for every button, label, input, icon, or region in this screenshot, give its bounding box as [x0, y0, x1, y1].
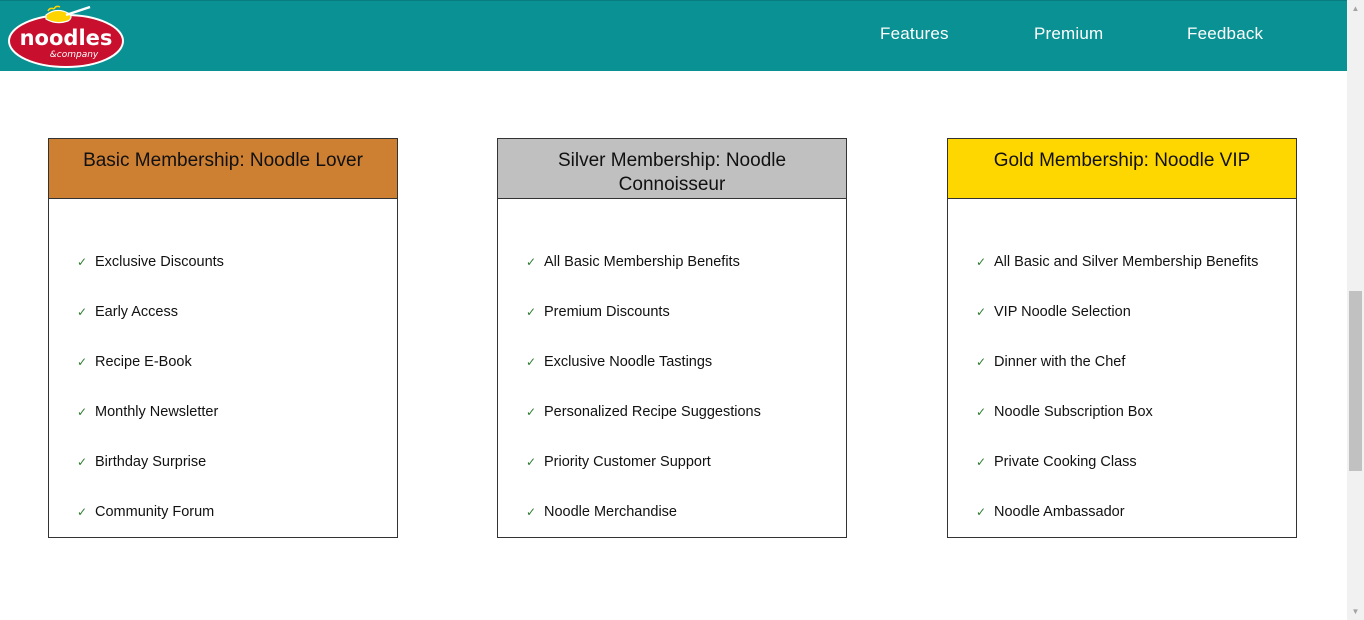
list-item: ✓ Birthday Surprise [77, 453, 224, 503]
feature-label: All Basic Membership Benefits [544, 254, 740, 270]
logo-sub: &company [50, 50, 99, 60]
list-item: ✓ All Basic and Silver Membership Benefit… [976, 253, 1258, 303]
list-item: ✓ Monthly Newsletter [77, 403, 224, 453]
checkmark-icon: ✓ [976, 455, 987, 469]
list-item: ✓ Premium Discounts [526, 303, 761, 353]
list-item: ✓ Dinner with the Chef [976, 353, 1258, 403]
feature-list: ✓ Exclusive Discounts ✓ Early Access ✓ Reci… [77, 253, 224, 553]
checkmark-icon: ✓ [976, 255, 987, 269]
nav-link-premium[interactable]: Premium [1034, 24, 1103, 44]
card-title: Gold Membership: Noodle VIP [948, 139, 1296, 199]
list-item: ✓ Private Cooking Class [976, 453, 1258, 503]
top-navbar: noodles &company Features Premium Feedba… [0, 0, 1347, 71]
feature-label: Priority Customer Support [544, 454, 711, 470]
feature-label: Noodle Ambassador [994, 504, 1125, 520]
checkmark-icon: ✓ [77, 405, 88, 419]
checkmark-icon: ✓ [526, 455, 537, 469]
feature-label: Dinner with the Chef [994, 354, 1126, 370]
list-item: ✓ Exclusive Noodle Tastings [526, 353, 761, 403]
page: noodles &company Features Premium Feedba… [0, 0, 1364, 620]
feature-label: Noodle Merchandise [544, 504, 677, 520]
membership-card-basic: Basic Membership: Noodle Lover ✓ Exclusiv… [48, 138, 398, 538]
scroll-down-arrow-icon[interactable]: ▼ [1347, 603, 1364, 620]
scrollbar-thumb[interactable] [1349, 291, 1362, 471]
scroll-up-arrow-icon[interactable]: ▲ [1347, 0, 1364, 17]
checkmark-icon: ✓ [526, 255, 537, 269]
feature-label: Birthday Surprise [95, 454, 207, 470]
feature-label: Exclusive Discounts [95, 254, 224, 270]
checkmark-icon: ✓ [976, 305, 987, 319]
feature-label: Exclusive Noodle Tastings [544, 354, 713, 370]
nav-link-feedback[interactable]: Feedback [1187, 24, 1263, 44]
feature-label: Monthly Newsletter [95, 404, 219, 420]
feature-label: Premium Discounts [544, 304, 670, 320]
feature-label: VIP Noodle Selection [994, 304, 1131, 320]
list-item: ✓ Recipe E-Book [77, 353, 224, 403]
checkmark-icon: ✓ [77, 305, 88, 319]
list-item: ✓ Priority Customer Support [526, 453, 761, 503]
checkmark-icon: ✓ [77, 505, 88, 519]
feature-label: Noodle Subscription Box [994, 404, 1153, 420]
card-title: Silver Membership: Noodle Connoisseur [498, 139, 846, 199]
list-item: ✓ Noodle Subscription Box [976, 403, 1258, 453]
feature-label: Early Access [95, 304, 178, 320]
list-item: ✓ Personalized Recipe Suggestions [526, 403, 761, 453]
checkmark-icon: ✓ [976, 355, 987, 369]
logo-word: noodles [20, 26, 113, 50]
feature-list: ✓ All Basic Membership Benefits ✓ Premium … [526, 253, 761, 553]
checkmark-icon: ✓ [526, 505, 537, 519]
nav-link-features[interactable]: Features [880, 24, 949, 44]
checkmark-icon: ✓ [526, 355, 537, 369]
membership-card-silver: Silver Membership: Noodle Connoisseur ✓ A… [497, 138, 847, 538]
list-item: ✓ Noodle Ambassador [976, 503, 1258, 553]
checkmark-icon: ✓ [77, 255, 88, 269]
list-item: ✓ Exclusive Discounts [77, 253, 224, 303]
list-item: ✓ Early Access [77, 303, 224, 353]
vertical-scrollbar[interactable]: ▲ ▼ [1347, 0, 1364, 620]
list-item: ✓ VIP Noodle Selection [976, 303, 1258, 353]
checkmark-icon: ✓ [976, 505, 987, 519]
feature-label: Personalized Recipe Suggestions [544, 404, 761, 420]
noodles-company-logo[interactable]: noodles &company [8, 5, 128, 69]
feature-label: All Basic and Silver Membership Benefits [994, 254, 1259, 270]
card-title: Basic Membership: Noodle Lover [49, 139, 397, 199]
checkmark-icon: ✓ [976, 405, 987, 419]
list-item: ✓ Community Forum [77, 503, 224, 553]
feature-list: ✓ All Basic and Silver Membership Benefit… [976, 253, 1258, 553]
checkmark-icon: ✓ [526, 405, 537, 419]
feature-label: Recipe E-Book [95, 354, 192, 370]
checkmark-icon: ✓ [526, 305, 537, 319]
checkmark-icon: ✓ [77, 455, 88, 469]
list-item: ✓ Noodle Merchandise [526, 503, 761, 553]
feature-label: Private Cooking Class [994, 454, 1137, 470]
membership-card-gold: Gold Membership: Noodle VIP ✓ All Basic a… [947, 138, 1297, 538]
list-item: ✓ All Basic Membership Benefits [526, 253, 761, 303]
feature-label: Community Forum [95, 504, 215, 520]
checkmark-icon: ✓ [77, 355, 88, 369]
